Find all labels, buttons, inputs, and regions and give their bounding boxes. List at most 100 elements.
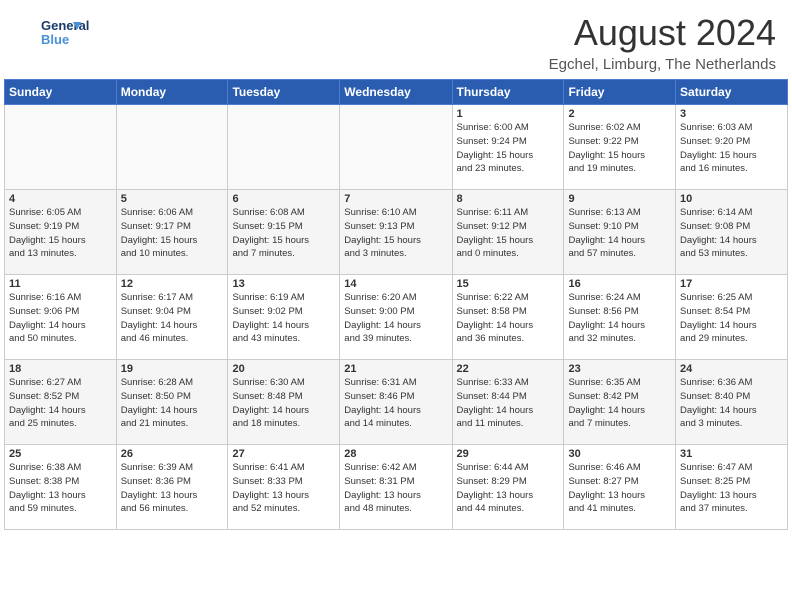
day-number: 18 [9,363,112,375]
day-number: 13 [232,278,335,290]
day-number: 9 [568,193,671,205]
calendar-day: 28Sunrise: 6:42 AM Sunset: 8:31 PM Dayli… [340,445,452,530]
day-number: 25 [9,448,112,460]
weekday-header-row: SundayMondayTuesdayWednesdayThursdayFrid… [5,80,788,105]
day-number: 8 [457,193,560,205]
day-info: Sunrise: 6:44 AM Sunset: 8:29 PM Dayligh… [457,461,560,516]
day-number: 24 [680,363,783,375]
calendar-day: 19Sunrise: 6:28 AM Sunset: 8:50 PM Dayli… [116,360,228,445]
calendar-day: 23Sunrise: 6:35 AM Sunset: 8:42 PM Dayli… [564,360,676,445]
day-info: Sunrise: 6:14 AM Sunset: 9:08 PM Dayligh… [680,206,783,261]
day-number: 5 [121,193,224,205]
calendar-day: 31Sunrise: 6:47 AM Sunset: 8:25 PM Dayli… [676,445,788,530]
day-info: Sunrise: 6:42 AM Sunset: 8:31 PM Dayligh… [344,461,447,516]
weekday-header-thursday: Thursday [452,80,564,105]
weekday-header-friday: Friday [564,80,676,105]
day-info: Sunrise: 6:11 AM Sunset: 9:12 PM Dayligh… [457,206,560,261]
day-number: 21 [344,363,447,375]
title-block: August 2024 Egchel, Limburg, The Netherl… [549,12,776,73]
calendar-week-4: 18Sunrise: 6:27 AM Sunset: 8:52 PM Dayli… [5,360,788,445]
calendar-day [116,105,228,190]
calendar-day: 2Sunrise: 6:02 AM Sunset: 9:22 PM Daylig… [564,105,676,190]
calendar-day: 30Sunrise: 6:46 AM Sunset: 8:27 PM Dayli… [564,445,676,530]
calendar-day [340,105,452,190]
calendar-day [5,105,117,190]
weekday-header-saturday: Saturday [676,80,788,105]
day-info: Sunrise: 6:02 AM Sunset: 9:22 PM Dayligh… [568,121,671,176]
day-info: Sunrise: 6:00 AM Sunset: 9:24 PM Dayligh… [457,121,560,176]
weekday-header-wednesday: Wednesday [340,80,452,105]
day-info: Sunrise: 6:35 AM Sunset: 8:42 PM Dayligh… [568,376,671,431]
calendar-day: 8Sunrise: 6:11 AM Sunset: 9:12 PM Daylig… [452,190,564,275]
day-info: Sunrise: 6:27 AM Sunset: 8:52 PM Dayligh… [9,376,112,431]
day-number: 28 [344,448,447,460]
day-number: 23 [568,363,671,375]
calendar-day: 6Sunrise: 6:08 AM Sunset: 9:15 PM Daylig… [228,190,340,275]
svg-text:General: General [41,18,89,33]
day-number: 3 [680,108,783,120]
calendar-day: 26Sunrise: 6:39 AM Sunset: 8:36 PM Dayli… [116,445,228,530]
calendar-day: 5Sunrise: 6:06 AM Sunset: 9:17 PM Daylig… [116,190,228,275]
calendar-day: 20Sunrise: 6:30 AM Sunset: 8:48 PM Dayli… [228,360,340,445]
day-number: 4 [9,193,112,205]
calendar-week-5: 25Sunrise: 6:38 AM Sunset: 8:38 PM Dayli… [5,445,788,530]
svg-text:Blue: Blue [41,32,69,47]
day-number: 17 [680,278,783,290]
calendar-day: 11Sunrise: 6:16 AM Sunset: 9:06 PM Dayli… [5,275,117,360]
day-number: 7 [344,193,447,205]
calendar-day: 1Sunrise: 6:00 AM Sunset: 9:24 PM Daylig… [452,105,564,190]
calendar-day: 17Sunrise: 6:25 AM Sunset: 8:54 PM Dayli… [676,275,788,360]
day-number: 20 [232,363,335,375]
calendar-container: SundayMondayTuesdayWednesdayThursdayFrid… [0,79,792,534]
location: Egchel, Limburg, The Netherlands [549,56,776,73]
calendar-day: 4Sunrise: 6:05 AM Sunset: 9:19 PM Daylig… [5,190,117,275]
header: General Blue August 2024 Egchel, Limburg… [0,0,792,79]
day-number: 31 [680,448,783,460]
day-info: Sunrise: 6:05 AM Sunset: 9:19 PM Dayligh… [9,206,112,261]
day-info: Sunrise: 6:39 AM Sunset: 8:36 PM Dayligh… [121,461,224,516]
calendar-day: 12Sunrise: 6:17 AM Sunset: 9:04 PM Dayli… [116,275,228,360]
day-number: 22 [457,363,560,375]
weekday-header-monday: Monday [116,80,228,105]
day-info: Sunrise: 6:36 AM Sunset: 8:40 PM Dayligh… [680,376,783,431]
day-info: Sunrise: 6:03 AM Sunset: 9:20 PM Dayligh… [680,121,783,176]
calendar-table: SundayMondayTuesdayWednesdayThursdayFrid… [4,79,788,530]
day-info: Sunrise: 6:31 AM Sunset: 8:46 PM Dayligh… [344,376,447,431]
day-info: Sunrise: 6:22 AM Sunset: 8:58 PM Dayligh… [457,291,560,346]
day-info: Sunrise: 6:08 AM Sunset: 9:15 PM Dayligh… [232,206,335,261]
day-number: 26 [121,448,224,460]
calendar-day: 9Sunrise: 6:13 AM Sunset: 9:10 PM Daylig… [564,190,676,275]
day-number: 27 [232,448,335,460]
day-number: 1 [457,108,560,120]
day-info: Sunrise: 6:33 AM Sunset: 8:44 PM Dayligh… [457,376,560,431]
day-number: 29 [457,448,560,460]
weekday-header-sunday: Sunday [5,80,117,105]
calendar-day: 10Sunrise: 6:14 AM Sunset: 9:08 PM Dayli… [676,190,788,275]
day-info: Sunrise: 6:41 AM Sunset: 8:33 PM Dayligh… [232,461,335,516]
day-number: 15 [457,278,560,290]
day-number: 2 [568,108,671,120]
day-number: 14 [344,278,447,290]
day-info: Sunrise: 6:46 AM Sunset: 8:27 PM Dayligh… [568,461,671,516]
calendar-day: 16Sunrise: 6:24 AM Sunset: 8:56 PM Dayli… [564,275,676,360]
calendar-day: 13Sunrise: 6:19 AM Sunset: 9:02 PM Dayli… [228,275,340,360]
calendar-day: 7Sunrise: 6:10 AM Sunset: 9:13 PM Daylig… [340,190,452,275]
day-info: Sunrise: 6:28 AM Sunset: 8:50 PM Dayligh… [121,376,224,431]
calendar-week-1: 1Sunrise: 6:00 AM Sunset: 9:24 PM Daylig… [5,105,788,190]
day-number: 6 [232,193,335,205]
month-title: August 2024 [549,12,776,54]
logo: General Blue [16,12,106,52]
day-number: 16 [568,278,671,290]
day-info: Sunrise: 6:06 AM Sunset: 9:17 PM Dayligh… [121,206,224,261]
calendar-day: 24Sunrise: 6:36 AM Sunset: 8:40 PM Dayli… [676,360,788,445]
day-number: 12 [121,278,224,290]
day-info: Sunrise: 6:16 AM Sunset: 9:06 PM Dayligh… [9,291,112,346]
day-number: 19 [121,363,224,375]
calendar-week-3: 11Sunrise: 6:16 AM Sunset: 9:06 PM Dayli… [5,275,788,360]
day-info: Sunrise: 6:17 AM Sunset: 9:04 PM Dayligh… [121,291,224,346]
day-info: Sunrise: 6:24 AM Sunset: 8:56 PM Dayligh… [568,291,671,346]
weekday-header-tuesday: Tuesday [228,80,340,105]
calendar-day: 15Sunrise: 6:22 AM Sunset: 8:58 PM Dayli… [452,275,564,360]
day-number: 11 [9,278,112,290]
day-info: Sunrise: 6:20 AM Sunset: 9:00 PM Dayligh… [344,291,447,346]
